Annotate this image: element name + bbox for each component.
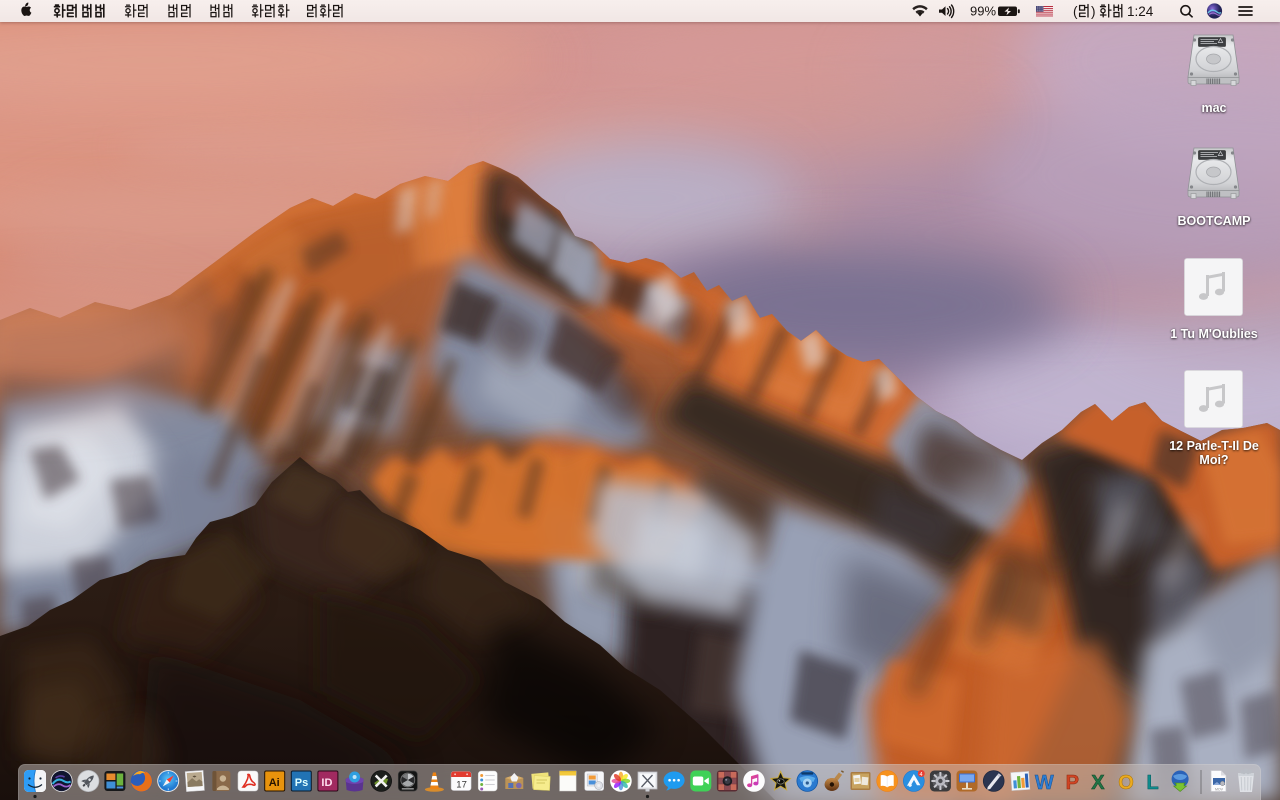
svg-text:(: ( [1073,4,1078,19]
svg-text:W: W [1035,772,1054,794]
svg-text:1:24: 1:24 [1127,4,1154,19]
svg-text:): ) [1091,4,1096,19]
svg-text:X: X [1091,772,1105,794]
svg-text:P: P [1066,772,1079,794]
svg-text:4: 4 [920,772,923,778]
svg-text:Ai: Ai [269,777,280,789]
svg-text:MOV: MOV [1215,788,1224,792]
svg-text:99%: 99% [970,4,996,19]
svg-text:17: 17 [456,780,467,791]
svg-text:O: O [1118,772,1134,794]
svg-text:ID: ID [321,777,332,789]
svg-text:Ps: Ps [295,777,308,789]
svg-text:L: L [1147,772,1159,794]
